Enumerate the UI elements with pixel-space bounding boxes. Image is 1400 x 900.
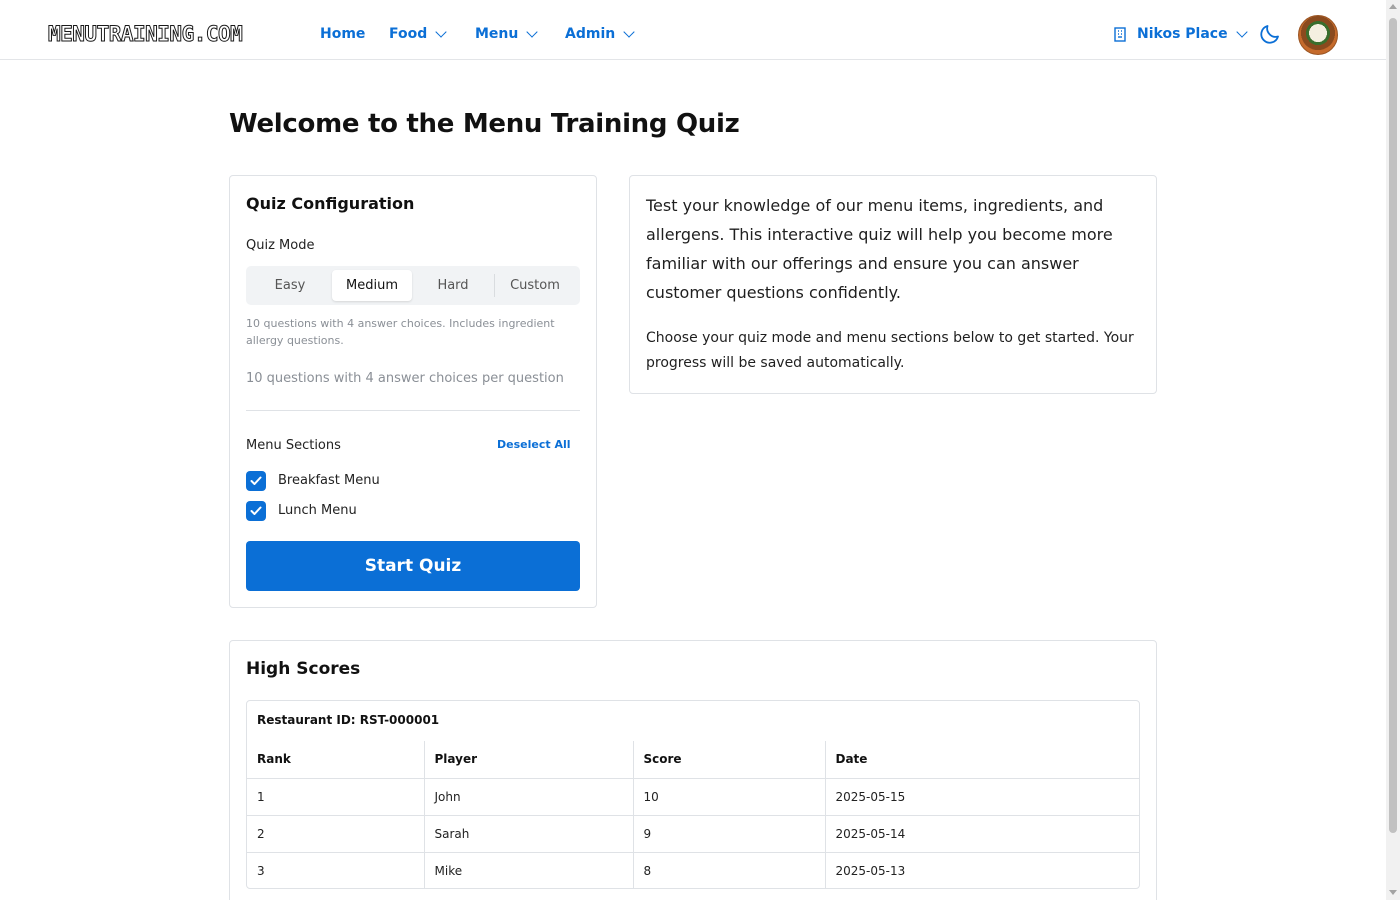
high-scores-title: High Scores	[246, 659, 361, 679]
table-row: 3 Mike 8 2025-05-13	[247, 852, 1139, 888]
high-scores-table: Rank Player Score Date 1 John 10 2025-05…	[247, 741, 1139, 888]
column-header-player: Player	[423, 741, 633, 779]
restaurant-selector[interactable]: Nikos Place	[1113, 25, 1248, 42]
info-paragraph-1: Test your knowledge of our menu items, i…	[646, 196, 1113, 302]
table-header-row: Rank Player Score Date	[247, 741, 1139, 779]
page-title: Welcome to the Menu Training Quiz	[229, 109, 740, 139]
chevron-down-icon	[623, 25, 635, 38]
section-lunch-label: Lunch Menu	[278, 503, 357, 518]
high-scores-card: High Scores Restaurant ID: RST-000001 Ra…	[229, 640, 1157, 900]
mode-description: 10 questions with 4 answer choices. Incl…	[246, 317, 555, 347]
scroll-down-arrow-icon[interactable]	[1389, 890, 1397, 895]
chevron-down-icon	[526, 25, 539, 38]
mode-medium-button[interactable]: Medium	[332, 270, 412, 301]
page-scrollbar[interactable]	[1386, 0, 1400, 900]
avatar[interactable]	[1298, 15, 1338, 55]
column-header-score: Score	[632, 741, 825, 779]
info-paragraph-2: Choose your quiz mode and menu sections …	[646, 330, 1134, 371]
site-logo[interactable]: MENUTRAINING.COM	[47, 22, 243, 47]
table-row: 1 John 10 2025-05-15	[247, 778, 1139, 816]
quiz-configuration-card: Quiz Configuration Quiz Mode Easy Medium…	[229, 175, 597, 608]
quiz-mode-selector: Easy Medium Hard Custom	[246, 266, 580, 305]
mode-summary: 10 questions with 4 answer choices per q…	[246, 371, 564, 386]
quiz-info-card: Test your knowledge of our menu items, i…	[629, 175, 1157, 394]
start-quiz-button[interactable]: Start Quiz	[246, 541, 580, 591]
mode-hard-button[interactable]: Hard	[413, 270, 493, 301]
nav-food-label: Food	[389, 26, 428, 42]
cell-date: 2025-05-13	[824, 852, 1139, 888]
menu-sections-label: Menu Sections	[246, 438, 341, 453]
deselect-all-link[interactable]: Deselect All	[497, 438, 571, 452]
cell-score: 9	[632, 815, 825, 853]
checkbox-checked-icon[interactable]	[246, 501, 266, 521]
nav-home-link[interactable]: Home	[320, 26, 365, 42]
scroll-thumb[interactable]	[1389, 18, 1397, 833]
divider	[246, 410, 580, 411]
cell-score: 10	[632, 778, 825, 816]
nav-menu-dropdown[interactable]: Menu	[475, 25, 539, 42]
table-row: 2 Sarah 9 2025-05-14	[247, 815, 1139, 853]
scroll-up-arrow-icon[interactable]	[1389, 4, 1397, 9]
top-navbar: MENUTRAINING.COM Home Food Menu Admin Ni…	[0, 0, 1386, 60]
cell-player: Mike	[423, 852, 633, 888]
cell-score: 8	[632, 852, 825, 888]
nav-home-label: Home	[320, 26, 366, 42]
section-breakfast-checkbox[interactable]: Breakfast Menu	[246, 471, 380, 491]
mode-easy-button[interactable]: Easy	[250, 270, 330, 301]
section-lunch-checkbox[interactable]: Lunch Menu	[246, 501, 357, 521]
section-breakfast-label: Breakfast Menu	[278, 473, 380, 488]
moon-icon[interactable]	[1258, 22, 1282, 46]
nav-admin-label: Admin	[565, 26, 616, 42]
restaurant-name: Nikos Place	[1137, 26, 1228, 42]
checkbox-checked-icon[interactable]	[246, 471, 266, 491]
chevron-down-icon	[1235, 25, 1248, 38]
cell-player: Sarah	[423, 815, 633, 853]
column-header-rank: Rank	[247, 741, 424, 779]
cell-rank: 1	[247, 778, 424, 816]
column-header-date: Date	[824, 741, 1139, 779]
nav-food-dropdown[interactable]: Food	[389, 25, 447, 42]
high-scores-table-container: Restaurant ID: RST-000001 Rank Player Sc…	[246, 700, 1140, 889]
nav-menu-label: Menu	[475, 26, 519, 42]
config-title: Quiz Configuration	[246, 194, 415, 213]
mode-custom-button[interactable]: Custom	[495, 270, 575, 301]
chevron-down-icon	[435, 25, 447, 38]
restaurant-id: Restaurant ID: RST-000001	[257, 713, 440, 727]
cell-date: 2025-05-14	[824, 815, 1139, 853]
cell-rank: 2	[247, 815, 424, 853]
cell-rank: 3	[257, 863, 265, 878]
quiz-mode-label: Quiz Mode	[246, 238, 315, 253]
cell-player: John	[423, 778, 633, 816]
cell-date: 2025-05-15	[824, 778, 1139, 816]
building-icon	[1114, 26, 1126, 42]
nav-admin-dropdown[interactable]: Admin	[565, 25, 635, 42]
